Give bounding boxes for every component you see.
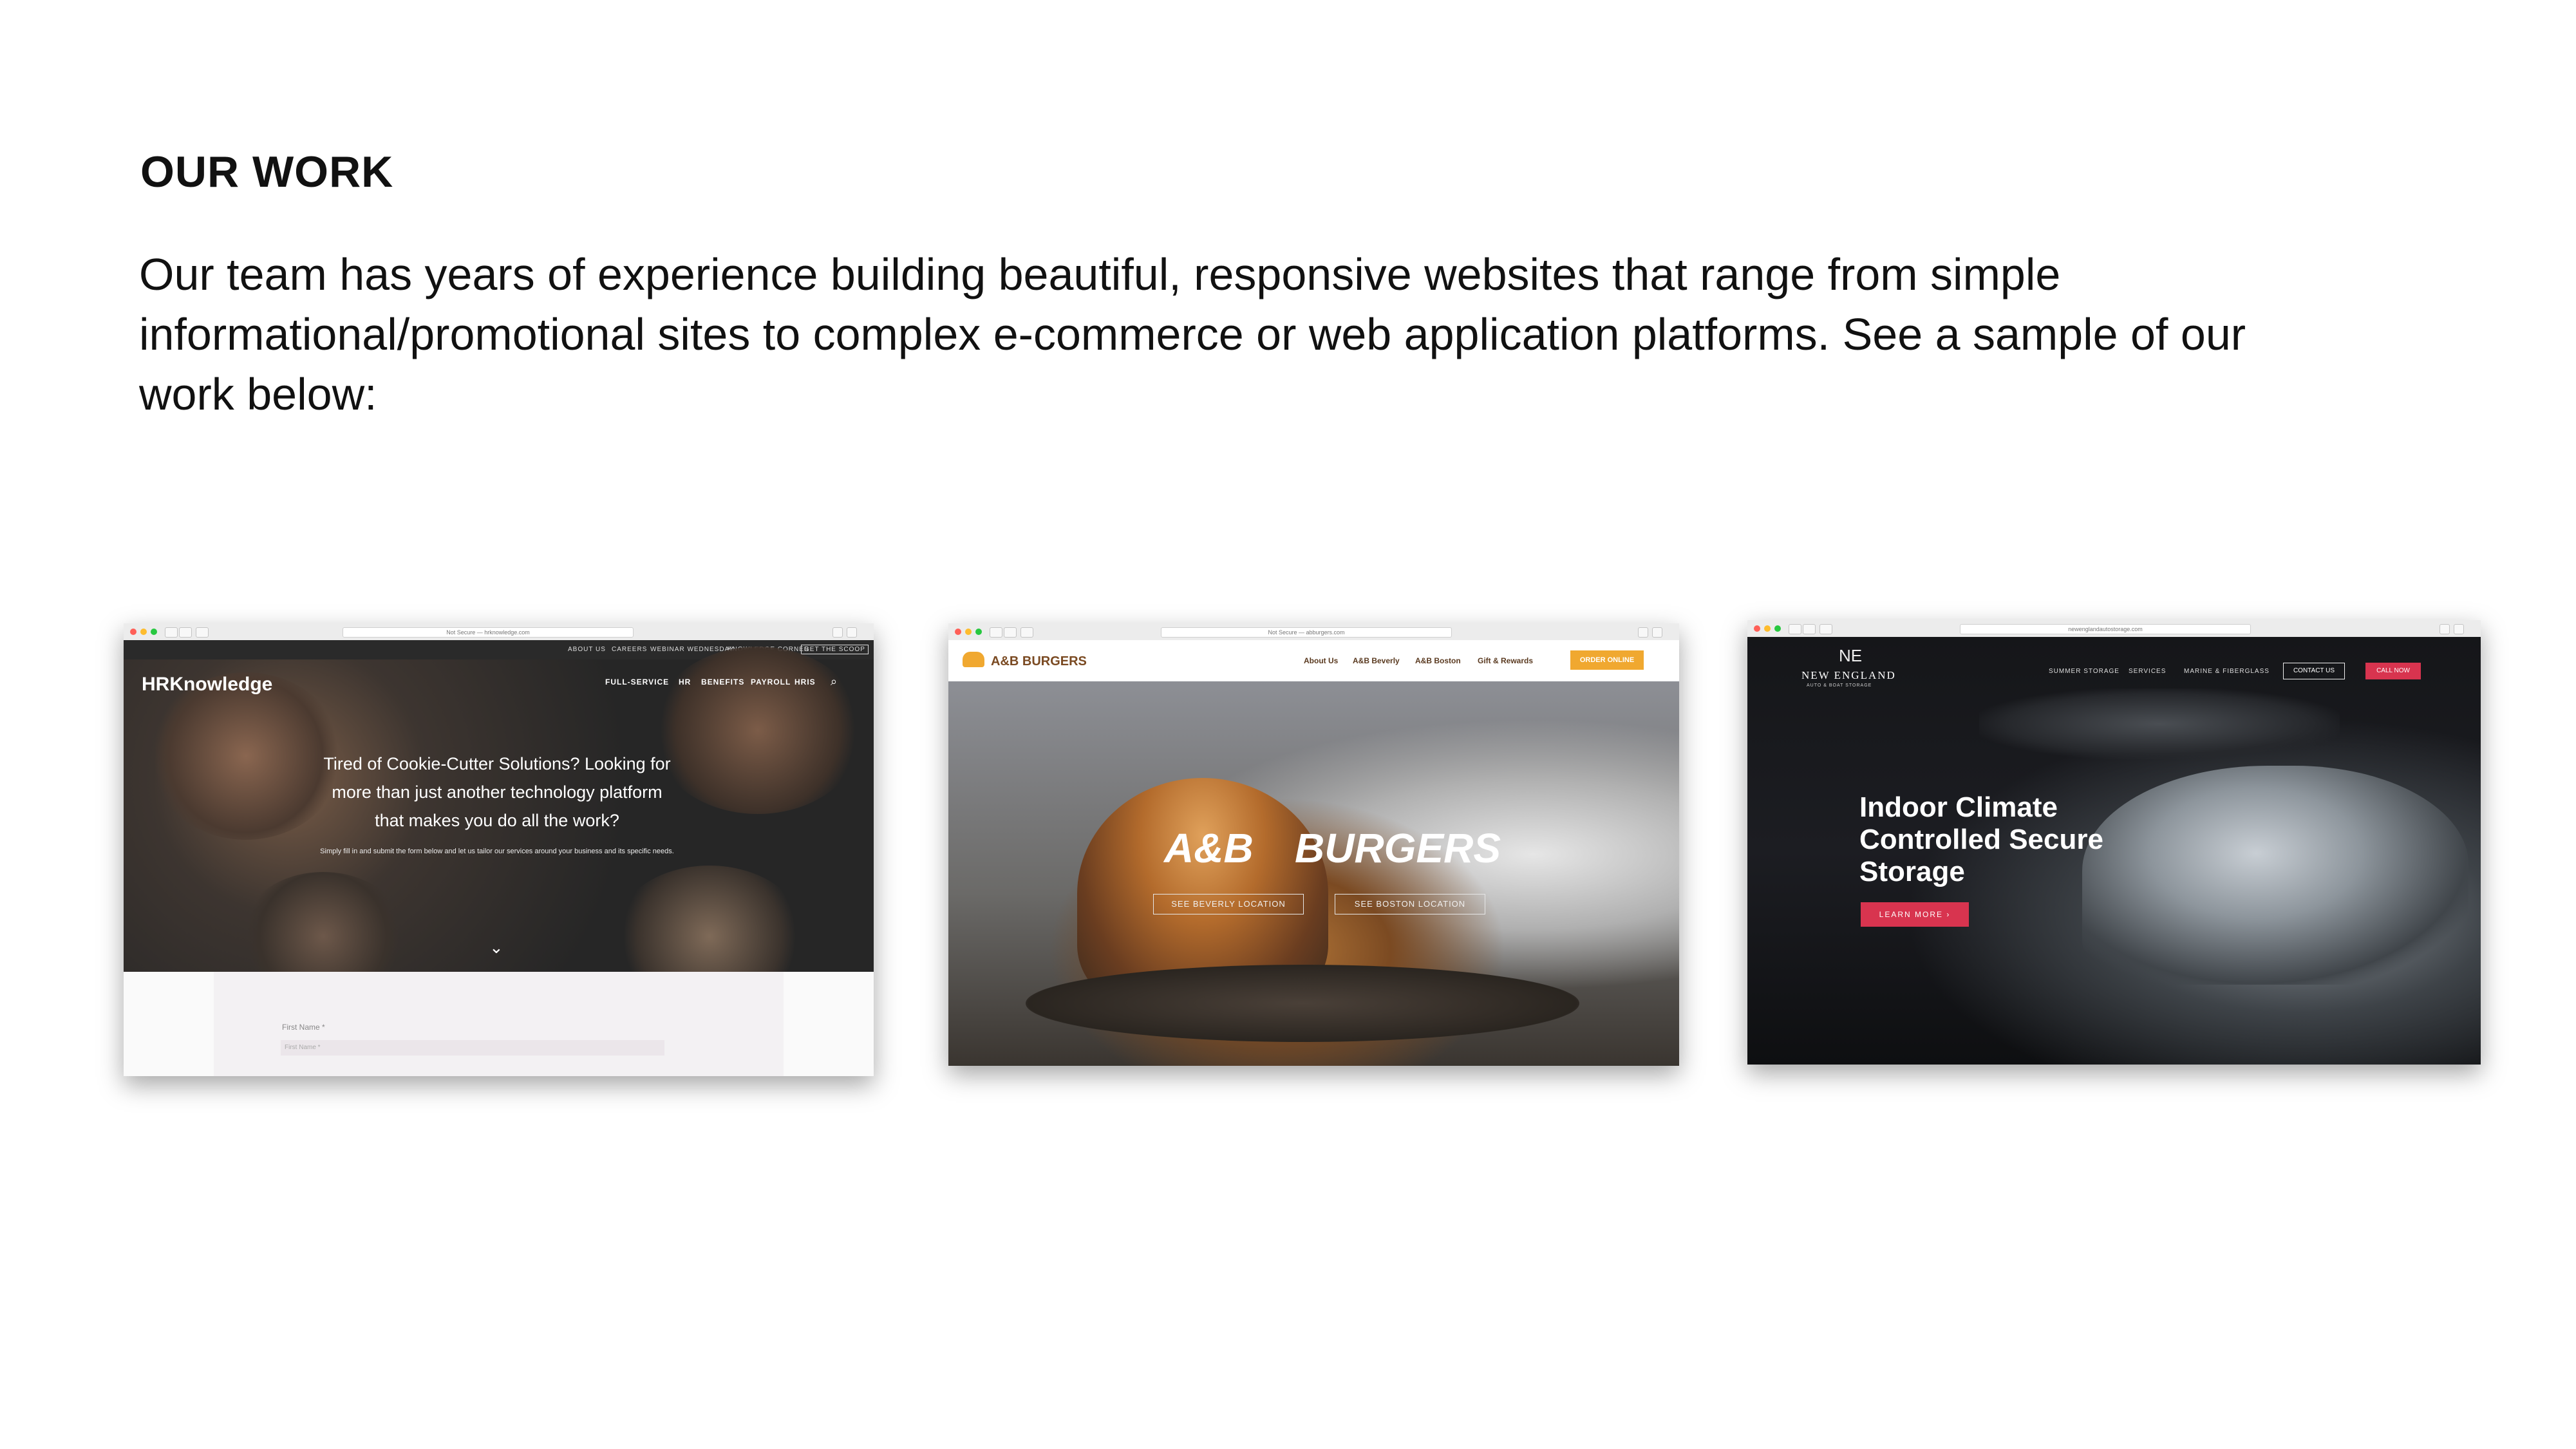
site-header: A&B BURGERS About Us A&B Beverly A&B Bos… <box>948 640 1679 681</box>
site-logo-sub: AUTO & BOAT STORAGE <box>1807 683 1872 688</box>
nav-beverly[interactable]: A&B Beverly <box>1353 656 1400 665</box>
garage-background <box>1979 688 2340 759</box>
close-icon <box>955 629 961 635</box>
tabs-icon <box>847 627 857 638</box>
address-bar: Not Secure — hrknowledge.com <box>343 627 634 638</box>
nav-benefits: BENEFITS <box>701 677 745 687</box>
sidebar-icon <box>1020 627 1033 638</box>
hero-image: NE NEW ENGLAND AUTO & BOAT STORAGE SUMME… <box>1747 637 2481 1065</box>
nav-about[interactable]: About Us <box>1304 656 1338 665</box>
nav-summer-storage[interactable]: SUMMER STORAGE <box>2049 668 2120 675</box>
portfolio-screenshot-new-england-storage[interactable]: newenglandautostorage.com NE NEW ENGLAND… <box>1747 620 2481 1065</box>
chevron-down-icon[interactable]: ⌄ <box>489 938 503 958</box>
topnav-about: ABOUT US <box>568 646 606 653</box>
hero-photo-face <box>652 647 864 814</box>
learn-more-button[interactable]: LEARN MORE › <box>1861 902 1969 927</box>
burger-logo-icon <box>963 652 984 667</box>
form-label-first-name: First Name * <box>282 1023 325 1032</box>
nav-marine[interactable]: MARINE & FIBERGLASS <box>2184 668 2270 675</box>
portfolio-screenshot-hrknowledge[interactable]: Not Secure — hrknowledge.com ABOUT US CA… <box>124 623 874 1076</box>
back-icon <box>165 627 178 638</box>
back-icon <box>990 627 1002 638</box>
browser-toolbar: newenglandautostorage.com <box>1747 620 2481 638</box>
browser-toolbar: Not Secure — abburgers.com <box>948 623 1679 641</box>
sidebar-icon <box>1819 624 1832 634</box>
hero-subtext: Simply fill in and submit the form below… <box>320 848 674 855</box>
hero-image: A&B BURGERS SEE BEVERLY LOCATION SEE BOS… <box>948 681 1679 1066</box>
nav-boston[interactable]: A&B Boston <box>1415 656 1461 665</box>
nav-gift[interactable]: Gift & Rewards <box>1478 656 1533 665</box>
close-icon <box>130 629 136 635</box>
browser-toolbar: Not Secure — hrknowledge.com <box>124 623 874 641</box>
site-brand: A&B BURGERS <box>991 654 1087 668</box>
call-now-button[interactable]: CALL NOW <box>2365 663 2421 679</box>
search-icon: ⌕ <box>831 675 838 688</box>
contact-us-button[interactable]: CONTACT US <box>2283 663 2345 679</box>
back-icon <box>1789 624 1801 634</box>
sidebar-icon <box>196 627 209 638</box>
portfolio-screenshot-ab-burgers[interactable]: Not Secure — abburgers.com A&B BURGERS A… <box>948 623 1679 1066</box>
hero-image: HRKnowledge FULL-SERVICE HR BENEFITS PAY… <box>124 647 874 1007</box>
see-beverly-button[interactable]: SEE BEVERLY LOCATION <box>1153 894 1304 914</box>
minimize-icon <box>965 629 972 635</box>
share-icon <box>832 627 843 638</box>
see-boston-button[interactable]: SEE BOSTON LOCATION <box>1335 894 1485 914</box>
nav-payroll: PAYROLL <box>751 677 791 687</box>
maximize-icon <box>975 629 982 635</box>
hero-headline: Indoor Climate Controlled Secure Storage <box>1859 791 2103 887</box>
address-bar: newenglandautostorage.com <box>1960 624 2251 634</box>
tabs-icon <box>1652 627 1662 638</box>
forward-icon <box>179 627 192 638</box>
form-panel: First Name * First Name * <box>214 972 784 1076</box>
hero-title-left: A&B <box>1164 825 1254 871</box>
hero-photo-face <box>149 672 343 840</box>
intro-paragraph: Our team has years of experience buildin… <box>139 249 2246 419</box>
form-area: First Name * First Name * <box>124 972 874 1076</box>
maximize-icon <box>151 629 157 635</box>
site-logo: NEW ENGLAND <box>1801 669 1896 681</box>
nav-services[interactable]: SERVICES <box>2129 668 2166 675</box>
plate-photo <box>1026 965 1579 1042</box>
topnav-scoop: GET THE SCOOP <box>801 645 869 654</box>
car-photo <box>2082 766 2468 985</box>
share-icon <box>2440 624 2450 634</box>
site-logo: HRKnowledge <box>142 674 273 695</box>
forward-icon <box>1004 627 1017 638</box>
maximize-icon <box>1774 625 1781 632</box>
first-name-input[interactable]: First Name * <box>281 1040 664 1056</box>
address-bar: Not Secure — abburgers.com <box>1161 627 1452 638</box>
minimize-icon <box>1764 625 1771 632</box>
hero-headline: Tired of Cookie-Cutter Solutions? Lookin… <box>323 754 671 830</box>
share-icon <box>1638 627 1648 638</box>
hero-title-right: BURGERS <box>1295 825 1501 871</box>
tabs-icon <box>2454 624 2464 634</box>
logo-mark: NE <box>1839 646 1863 665</box>
nav-hris: HRIS <box>794 677 816 687</box>
close-icon <box>1754 625 1760 632</box>
nav-full-service: FULL-SERVICE <box>605 677 670 687</box>
forward-icon <box>1803 624 1816 634</box>
topnav-careers: CAREERS <box>612 646 648 653</box>
order-online-button[interactable]: ORDER ONLINE <box>1570 650 1644 670</box>
section-title: OUR WORK <box>140 147 394 196</box>
nav-hr: HR <box>679 677 691 687</box>
minimize-icon <box>140 629 147 635</box>
